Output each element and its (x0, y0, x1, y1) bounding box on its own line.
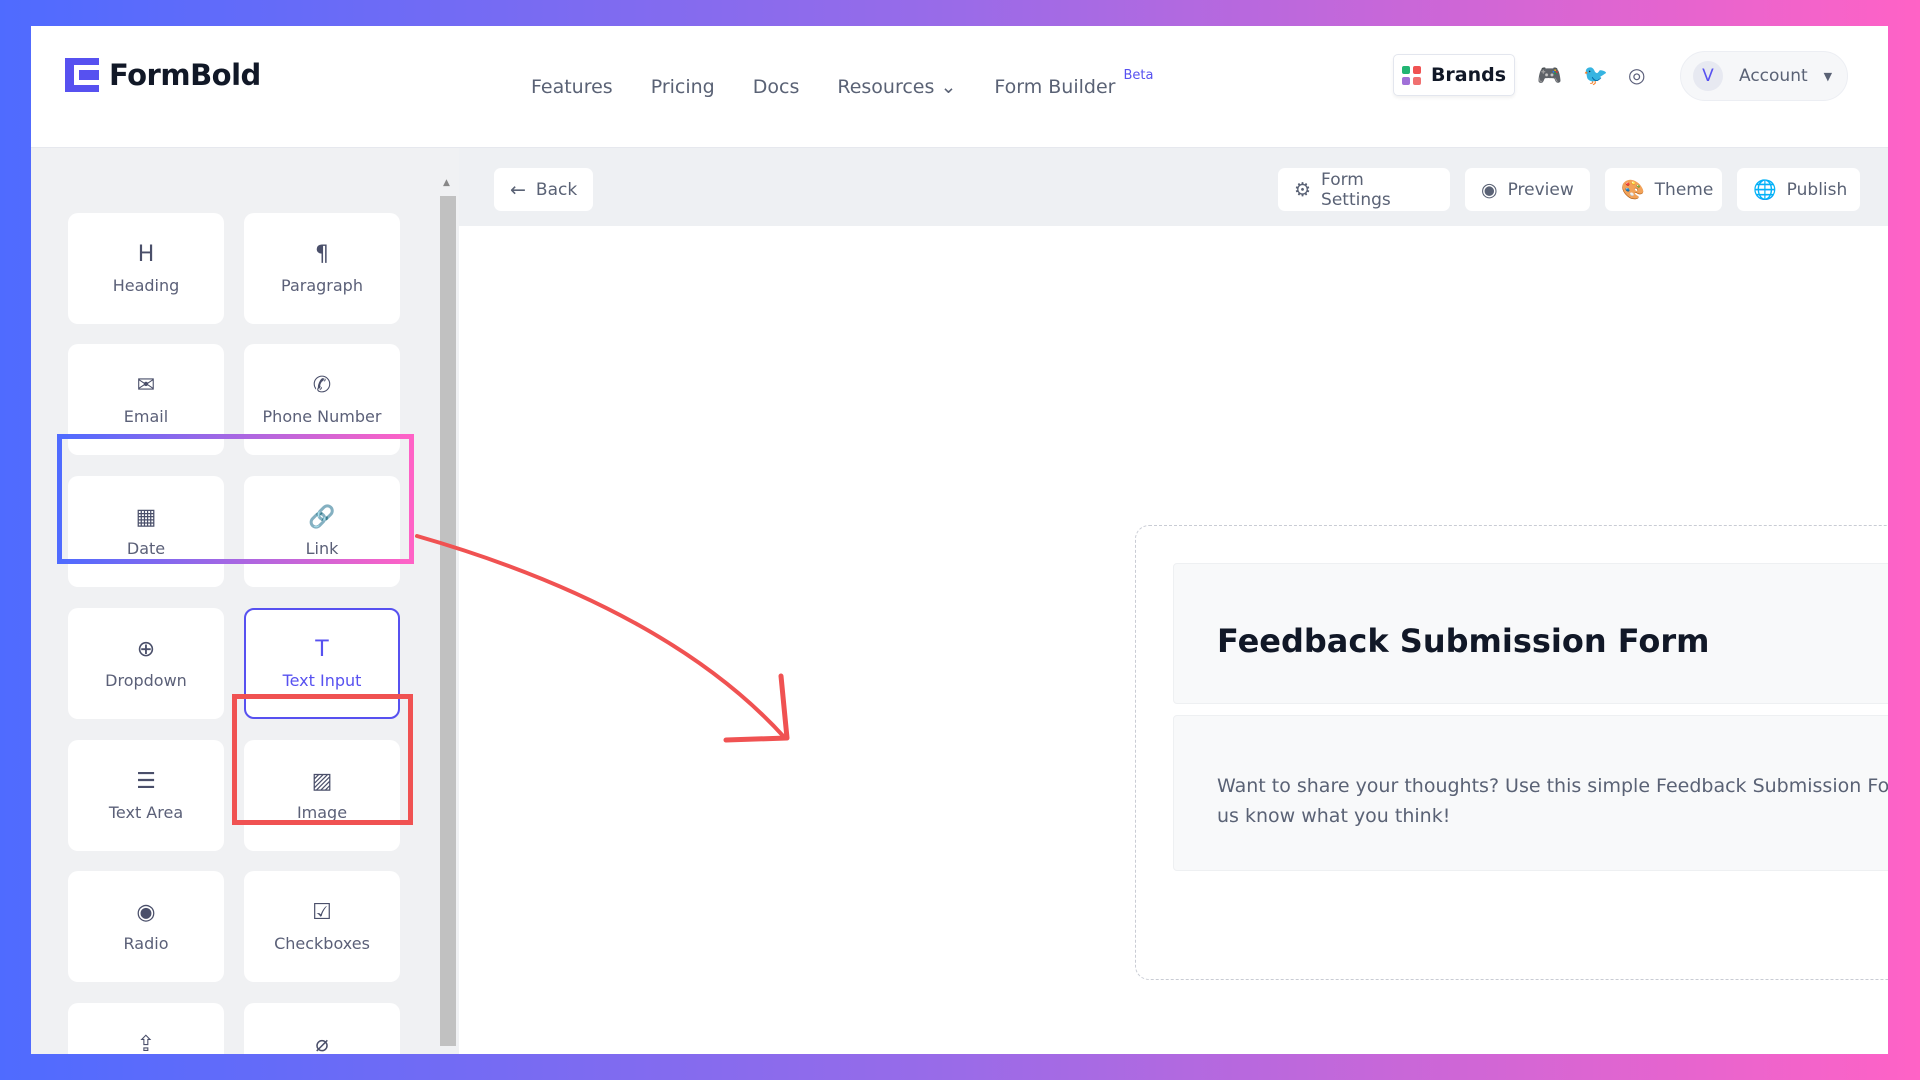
account-label: Account (1739, 66, 1808, 86)
highlight-box-gradient (57, 434, 414, 564)
palette-item-label: Paragraph (281, 275, 363, 295)
palette-item-label: Radio (123, 933, 169, 953)
publish-button[interactable]: 🌐 Publish (1737, 168, 1860, 211)
nav-resources-label: Resources (837, 76, 935, 98)
logo-icon (65, 58, 99, 92)
nav-resources[interactable]: Resources ⌄ (837, 76, 956, 98)
dropdown-icon: ⊕ (136, 636, 156, 662)
nav-docs[interactable]: Docs (753, 76, 800, 98)
palette-item-label: Text Input (282, 670, 362, 690)
discord-icon[interactable]: 🎮 (1537, 63, 1562, 87)
gear-icon: ⚙ (1294, 178, 1312, 201)
brands-label: Brands (1430, 64, 1507, 86)
highlight-box-red (232, 694, 413, 825)
checkboxes-icon: ☑ (312, 899, 332, 925)
nav-pricing[interactable]: Pricing (651, 76, 715, 98)
top-navbar: FormBold Features Pricing Docs Resources… (31, 26, 1888, 148)
text-area-icon: ☰ (136, 768, 156, 794)
nav-features[interactable]: Features (531, 76, 613, 98)
main-nav: Features Pricing Docs Resources ⌄ Form B… (531, 68, 1153, 98)
logo[interactable]: FormBold (65, 58, 261, 92)
heading-icon: H (137, 241, 155, 267)
palette-item-label: Phone Number (262, 406, 382, 426)
eye-icon: ◉ (1481, 178, 1498, 201)
builder-toolbar: ← Back ⚙ Form Settings ◉ Preview 🎨 Theme 🌐 Pu… (459, 148, 1888, 226)
palette-item-text-area[interactable]: ☰ Text Area (68, 740, 224, 851)
palette-item-label: Heading (112, 275, 180, 295)
form-settings-button[interactable]: ⚙ Form Settings (1278, 168, 1450, 211)
form-settings-label: Form Settings (1321, 169, 1391, 210)
form-canvas: Feedback Submission Form Want to share y… (459, 226, 1888, 1054)
sidebar-scrollbar[interactable] (440, 196, 456, 1046)
publish-label: Publish (1786, 179, 1848, 200)
form-description-block[interactable]: Want to share your thoughts? Use this si… (1173, 715, 1888, 871)
chevron-down-icon: ⌄ (940, 76, 957, 98)
back-label: Back (535, 179, 578, 200)
back-button[interactable]: ← Back (494, 168, 594, 211)
text-input-icon: T (315, 636, 329, 662)
beta-badge: Beta (1123, 68, 1154, 83)
preview-button[interactable]: ◉ Preview (1465, 168, 1590, 211)
palette-item-label: Checkboxes (274, 933, 370, 953)
palette-icon: 🎨 (1621, 179, 1645, 201)
account-menu[interactable]: V Account ▼ (1680, 51, 1848, 101)
radio-icon: ◉ (136, 899, 156, 925)
scroll-up-arrow[interactable]: ▲ (443, 178, 450, 188)
caret-down-icon: ▼ (1823, 69, 1833, 83)
palette-item-label: Email (123, 406, 169, 426)
form-title-block[interactable]: Feedback Submission Form (1173, 563, 1888, 704)
app-window: FormBold Features Pricing Docs Resources… (31, 26, 1888, 1054)
file-upload-icon: ⇪ (136, 1031, 156, 1054)
paragraph-icon: ¶ (315, 241, 329, 267)
email-icon: ✉ (136, 372, 156, 398)
form-title: Feedback Submission Form (1217, 622, 1710, 660)
form-drop-zone[interactable]: Feedback Submission Form Want to share y… (1135, 525, 1888, 980)
twitter-icon[interactable]: 🐦 (1583, 63, 1608, 87)
bottom-gradient-border (0, 1054, 1920, 1080)
theme-button[interactable]: 🎨 Theme (1605, 168, 1722, 211)
nav-form-builder[interactable]: Form Builder (994, 76, 1115, 98)
palette-item-radio[interactable]: ◉ Radio (68, 871, 224, 982)
avatar: V (1693, 61, 1723, 91)
element-palette: H Heading ¶ Paragraph ✉ Email ✆ Phone Number ▦ Da… (31, 148, 459, 1054)
palette-item-dropdown[interactable]: ⊕ Dropdown (68, 608, 224, 719)
arrow-left-icon: ← (510, 178, 526, 201)
brands-icon (1401, 65, 1421, 85)
palette-item-file-attachment[interactable]: ⌀File Attachment (244, 1003, 400, 1054)
theme-label: Theme (1654, 179, 1714, 200)
phone-number-icon: ✆ (312, 372, 332, 398)
palette-item-heading[interactable]: H Heading (68, 213, 224, 324)
form-description: Want to share your thoughts? Use this si… (1217, 775, 1888, 827)
github-icon[interactable]: ◎ (1628, 63, 1645, 87)
brands-button[interactable]: Brands (1393, 54, 1515, 96)
palette-item-checkboxes[interactable]: ☑ Checkboxes (244, 871, 400, 982)
palette-item-file-upload[interactable]: ⇪File Upload (68, 1003, 224, 1054)
globe-icon: 🌐 (1753, 179, 1777, 201)
palette-item-label: Dropdown (105, 670, 187, 690)
preview-label: Preview (1507, 179, 1574, 200)
palette-item-paragraph[interactable]: ¶ Paragraph (244, 213, 400, 324)
palette-item-label: Text Area (108, 802, 184, 822)
logo-text: FormBold (109, 58, 261, 92)
file-attachment-icon: ⌀ (315, 1031, 329, 1054)
